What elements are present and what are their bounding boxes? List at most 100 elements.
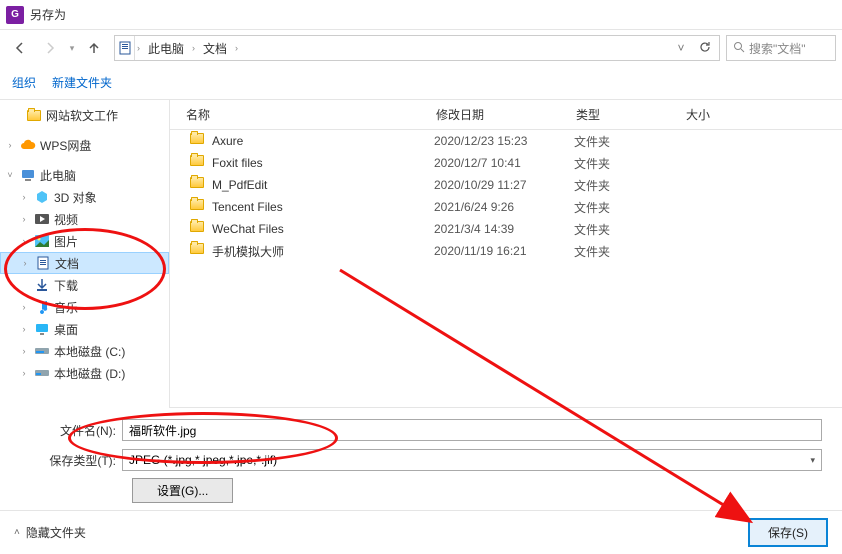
tree-item-music[interactable]: › 音乐 bbox=[0, 296, 169, 318]
column-date[interactable]: 修改日期 bbox=[436, 106, 576, 123]
tree-item-pictures[interactable]: › 图片 bbox=[0, 230, 169, 252]
chevron-right-icon[interactable]: › bbox=[18, 346, 30, 356]
filename-input[interactable]: 福昕软件.jpg bbox=[122, 419, 822, 441]
hide-folders-toggle[interactable]: ˄ 隐藏文件夹 bbox=[14, 524, 86, 541]
nav-tree: 网站软文工作 › WPS网盘 ˅ 此电脑 › 3D 对象 › 视频 › 图片 bbox=[0, 100, 170, 408]
tree-item-3dobjects[interactable]: › 3D 对象 bbox=[0, 186, 169, 208]
chevron-right-icon[interactable]: › bbox=[18, 324, 30, 334]
file-date: 2020/10/29 11:27 bbox=[434, 178, 574, 192]
refresh-button[interactable] bbox=[695, 40, 715, 57]
arrow-left-icon bbox=[12, 40, 28, 56]
chevron-right-icon[interactable]: › bbox=[4, 140, 16, 150]
save-button[interactable]: 保存(S) bbox=[748, 518, 828, 547]
file-name: Foxit files bbox=[212, 156, 263, 170]
breadcrumb-dropdown-icon[interactable]: ˅ bbox=[671, 41, 691, 55]
title-bar: G 另存为 bbox=[0, 0, 842, 30]
chevron-right-icon[interactable]: › bbox=[19, 258, 31, 268]
breadcrumb-thispc[interactable]: 此电脑 bbox=[142, 36, 190, 60]
file-list: 名称 修改日期 类型 大小 Axure2020/12/23 15:23文件夹Fo… bbox=[170, 100, 842, 408]
breadcrumb[interactable]: › 此电脑 › 文档 › ˅ bbox=[114, 35, 720, 61]
search-placeholder: 搜索"文档" bbox=[749, 40, 806, 57]
chevron-right-icon[interactable]: › bbox=[18, 368, 30, 378]
file-date: 2021/6/24 9:26 bbox=[434, 200, 574, 214]
file-type: 文件夹 bbox=[574, 243, 684, 260]
desktop-icon bbox=[34, 321, 50, 337]
organize-menu[interactable]: 组织 bbox=[12, 74, 36, 91]
file-date: 2020/12/7 10:41 bbox=[434, 156, 574, 170]
folder-icon bbox=[190, 155, 206, 171]
search-input[interactable]: 搜索"文档" bbox=[726, 35, 836, 61]
tree-item-videos[interactable]: › 视频 bbox=[0, 208, 169, 230]
breadcrumb-documents[interactable]: 文档 bbox=[197, 36, 233, 60]
refresh-icon bbox=[698, 40, 712, 54]
app-icon: G bbox=[6, 6, 24, 24]
video-icon bbox=[34, 211, 50, 227]
tree-item-desktop[interactable]: › 桌面 bbox=[0, 318, 169, 340]
window-title: 另存为 bbox=[30, 6, 66, 23]
file-name: 手机模拟大师 bbox=[212, 243, 284, 260]
up-button[interactable] bbox=[80, 36, 108, 60]
chevron-right-icon[interactable]: › bbox=[18, 192, 30, 202]
chevron-right-icon[interactable]: › bbox=[18, 302, 30, 312]
folder-icon bbox=[190, 133, 206, 149]
savetype-select[interactable]: JPEG (*.jpg,*.jpeg,*.jpe,*.jif) ▾ bbox=[122, 449, 822, 471]
tree-item-disk-d[interactable]: › 本地磁盘 (D:) bbox=[0, 362, 169, 384]
file-type: 文件夹 bbox=[574, 155, 684, 172]
file-name: Axure bbox=[212, 134, 243, 148]
filename-label: 文件名(N): bbox=[12, 422, 122, 439]
nav-history-dropdown[interactable]: ▾ bbox=[66, 43, 78, 54]
folder-icon bbox=[190, 177, 206, 193]
cube-icon bbox=[34, 189, 50, 205]
music-icon bbox=[34, 299, 50, 315]
tree-item-disk-c[interactable]: › 本地磁盘 (C:) bbox=[0, 340, 169, 362]
file-name: WeChat Files bbox=[212, 222, 284, 236]
column-size[interactable]: 大小 bbox=[686, 106, 766, 123]
toolbar: 组织 新建文件夹 bbox=[0, 66, 842, 100]
tree-item-website[interactable]: 网站软文工作 bbox=[0, 104, 169, 126]
chevron-right-icon[interactable]: › bbox=[18, 236, 30, 246]
column-type[interactable]: 类型 bbox=[576, 106, 686, 123]
tree-item-documents[interactable]: › 文档 bbox=[0, 252, 169, 274]
main-area: 网站软文工作 › WPS网盘 ˅ 此电脑 › 3D 对象 › 视频 › 图片 bbox=[0, 100, 842, 408]
folder-icon bbox=[26, 107, 42, 123]
tree-item-thispc[interactable]: ˅ 此电脑 bbox=[0, 164, 169, 186]
list-item[interactable]: Tencent Files2021/6/24 9:26文件夹 bbox=[170, 196, 842, 218]
list-item[interactable]: Foxit files 2020/12/7 10:41文件夹 bbox=[170, 152, 842, 174]
document-icon bbox=[35, 255, 51, 271]
column-name[interactable]: 名称 bbox=[186, 106, 436, 123]
new-folder-button[interactable]: 新建文件夹 bbox=[52, 74, 112, 91]
chevron-up-icon: ˄ bbox=[14, 527, 20, 538]
breadcrumb-sep-icon: › bbox=[135, 43, 142, 53]
back-button[interactable] bbox=[6, 36, 34, 60]
list-item[interactable]: WeChat Files 2021/3/4 14:39文件夹 bbox=[170, 218, 842, 240]
arrow-up-icon bbox=[86, 40, 102, 56]
file-name: Tencent Files bbox=[212, 200, 283, 214]
tree-item-downloads[interactable]: 下载 bbox=[0, 274, 169, 296]
search-icon bbox=[733, 41, 745, 56]
file-type: 文件夹 bbox=[574, 221, 684, 238]
filename-value: 福昕软件.jpg bbox=[129, 422, 196, 439]
disk-icon bbox=[34, 343, 50, 359]
cloud-icon bbox=[20, 137, 36, 153]
chevron-down-icon[interactable]: ˅ bbox=[4, 170, 16, 180]
savetype-value: JPEG (*.jpg,*.jpeg,*.jpe,*.jif) bbox=[129, 453, 277, 467]
list-item[interactable]: M_PdfEdit2020/10/29 11:27文件夹 bbox=[170, 174, 842, 196]
breadcrumb-location-icon bbox=[115, 36, 135, 60]
list-item[interactable]: 手机模拟大师2020/11/19 16:21文件夹 bbox=[170, 240, 842, 262]
disk-icon bbox=[34, 365, 50, 381]
file-date: 2021/3/4 14:39 bbox=[434, 222, 574, 236]
savetype-label: 保存类型(T): bbox=[12, 452, 122, 469]
list-body: Axure2020/12/23 15:23文件夹 Foxit files 2020/… bbox=[170, 130, 842, 407]
chevron-down-icon: ▾ bbox=[810, 455, 815, 466]
list-item[interactable]: Axure2020/12/23 15:23文件夹 bbox=[170, 130, 842, 152]
computer-icon bbox=[20, 167, 36, 183]
settings-button[interactable]: 设置(G)... bbox=[132, 478, 233, 503]
hide-folders-label: 隐藏文件夹 bbox=[26, 524, 86, 541]
file-type: 文件夹 bbox=[574, 133, 684, 150]
forward-button[interactable] bbox=[36, 36, 64, 60]
list-header: 名称 修改日期 类型 大小 bbox=[170, 100, 842, 130]
picture-icon bbox=[34, 233, 50, 249]
folder-icon bbox=[190, 221, 206, 237]
chevron-right-icon[interactable]: › bbox=[18, 214, 30, 224]
tree-item-wps[interactable]: › WPS网盘 bbox=[0, 134, 169, 156]
